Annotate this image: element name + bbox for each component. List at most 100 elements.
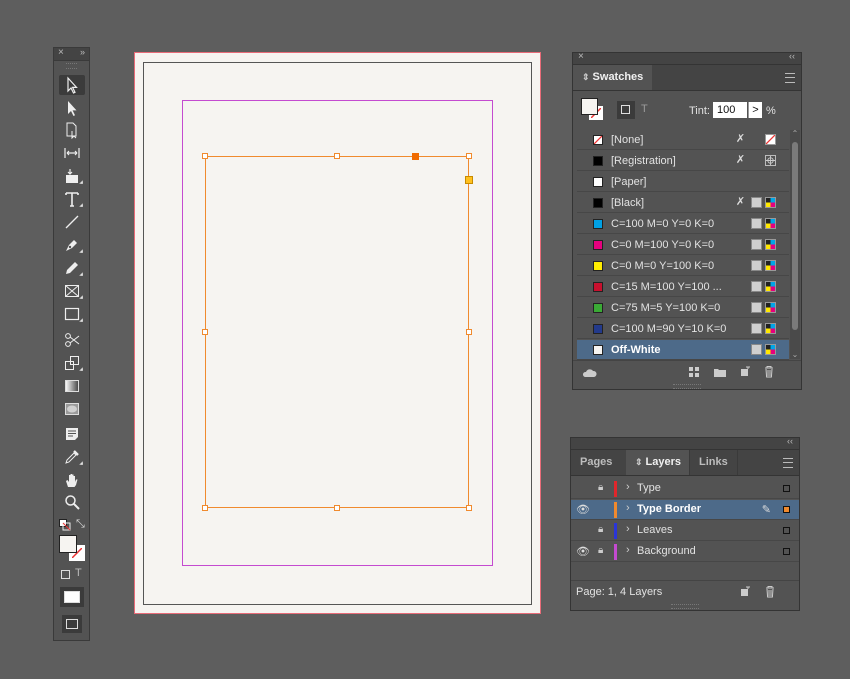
swatch-row-green[interactable]: C=75 M=5 Y=100 K=0	[577, 298, 789, 318]
layer-target-icon[interactable]	[783, 485, 790, 492]
frame-handle[interactable]	[334, 505, 340, 511]
gradient-swatch-tool-icon[interactable]	[59, 376, 85, 396]
fill-stroke-proxy[interactable]	[59, 535, 85, 561]
fill-swatch[interactable]	[59, 535, 77, 553]
panel-resize-grip[interactable]	[673, 384, 701, 389]
swatch-row-none[interactable]: [None] ✗	[577, 130, 789, 150]
content-collector-tool-icon[interactable]	[59, 166, 85, 186]
free-transform-tool-icon[interactable]	[59, 353, 85, 373]
gap-tool-icon[interactable]	[59, 143, 85, 163]
layer-row-type[interactable]: 🔒︎ › Type	[571, 479, 799, 499]
frame-handle[interactable]	[466, 505, 472, 511]
frame-handle[interactable]	[334, 153, 340, 159]
panel-menu-icon[interactable]	[785, 73, 795, 83]
swatches-panel-top[interactable]: × ‹‹	[573, 51, 801, 65]
hand-tool-icon[interactable]	[59, 470, 85, 490]
eyedropper-tool-icon[interactable]	[59, 447, 85, 467]
chevron-right-icon[interactable]: ›	[626, 544, 630, 556]
panel-resize-grip[interactable]	[671, 604, 699, 609]
swatch-fill-stroke-proxy[interactable]	[581, 98, 605, 122]
pencil-tool-icon[interactable]	[59, 258, 85, 278]
selected-text-frame[interactable]	[205, 156, 469, 508]
new-layer-icon[interactable]	[739, 586, 751, 598]
swatch-row-red[interactable]: C=15 M=100 Y=100 ...	[577, 277, 789, 297]
zoom-tool-icon[interactable]	[59, 492, 85, 512]
pen-tool-icon[interactable]	[59, 235, 85, 255]
frame-handle[interactable]	[202, 505, 208, 511]
frame-handle[interactable]	[466, 329, 472, 335]
show-swatch-views-icon[interactable]	[688, 366, 702, 378]
swatch-row-paper[interactable]: [Paper]	[577, 172, 789, 192]
selection-tool-icon[interactable]	[59, 75, 85, 95]
formatting-container-toggle[interactable]	[617, 101, 635, 119]
eye-icon[interactable]: 👁︎	[576, 503, 590, 516]
panel-grip[interactable]	[66, 63, 77, 69]
chevron-right-icon[interactable]: ›	[626, 481, 630, 493]
tab-links[interactable]: Links	[689, 450, 738, 475]
swatch-row-blue[interactable]: C=100 M=90 Y=10 K=0	[577, 319, 789, 339]
frame-handle[interactable]	[202, 329, 208, 335]
collapse-icon[interactable]: »	[80, 47, 85, 57]
layer-target-icon[interactable]	[783, 506, 790, 513]
tools-panel-header[interactable]: × »	[54, 47, 89, 61]
delete-layer-icon[interactable]	[764, 585, 776, 598]
content-grabber-handle[interactable]	[412, 153, 419, 160]
lock-icon[interactable]: 🔒︎	[598, 545, 603, 556]
swatch-row-cyan[interactable]: C=100 M=0 Y=0 K=0	[577, 214, 789, 234]
swatch-row-black[interactable]: [Black] ✗	[577, 193, 789, 213]
close-icon[interactable]: ×	[58, 47, 64, 58]
new-color-group-icon[interactable]	[713, 366, 727, 378]
scissors-tool-icon[interactable]	[59, 330, 85, 350]
default-fill-stroke-icon[interactable]	[59, 519, 71, 531]
formatting-text-toggle[interactable]: T	[641, 103, 648, 115]
layers-panel-top[interactable]: ‹‹	[571, 436, 799, 450]
collapse-icon[interactable]: ‹‹	[789, 51, 795, 61]
layer-row-leaves[interactable]: 🔒︎ › Leaves	[571, 521, 799, 541]
direct-selection-tool-icon[interactable]	[59, 98, 85, 118]
tint-input[interactable]: 100	[713, 102, 747, 118]
swap-fill-stroke-icon[interactable]: ⤡	[76, 518, 88, 530]
layer-row-background[interactable]: 👁︎ 🔒︎ › Background	[571, 542, 799, 562]
tab-layers[interactable]: ⇕ Layers	[626, 450, 691, 475]
close-icon[interactable]: ×	[578, 51, 584, 62]
eye-icon[interactable]: 👁︎	[576, 545, 590, 558]
tab-swatches[interactable]: ⇕ Swatches	[573, 65, 653, 90]
swatch-row-off-white[interactable]: Off-White	[577, 340, 789, 360]
new-swatch-icon[interactable]	[739, 366, 751, 378]
layer-target-icon[interactable]	[783, 527, 790, 534]
swatch-row-registration[interactable]: [Registration] ✗	[577, 151, 789, 171]
type-tool-icon[interactable]	[59, 189, 85, 209]
formatting-text-icon[interactable]: T	[75, 567, 82, 579]
gradient-feather-tool-icon[interactable]	[59, 399, 85, 419]
scroll-thumb[interactable]	[792, 142, 798, 330]
tint-arrow-button[interactable]: >	[748, 102, 762, 118]
collapse-icon[interactable]: ‹‹	[787, 436, 793, 446]
chevron-right-icon[interactable]: ›	[626, 523, 630, 535]
lock-icon[interactable]: 🔒︎	[598, 524, 603, 535]
layer-target-icon[interactable]	[783, 548, 790, 555]
swatch-row-magenta[interactable]: C=0 M=100 Y=0 K=0	[577, 235, 789, 255]
formatting-container-icon[interactable]	[61, 570, 70, 579]
lock-icon[interactable]: 🔒︎	[598, 482, 603, 493]
page-tool-icon[interactable]	[59, 120, 85, 140]
rectangle-tool-icon[interactable]	[59, 304, 85, 324]
layer-row-type-border[interactable]: 👁︎ › Type Border ✎	[571, 500, 799, 520]
cc-libraries-icon[interactable]	[581, 367, 597, 378]
scroll-up-icon[interactable]: ⌃	[790, 130, 800, 138]
chevron-right-icon[interactable]: ›	[626, 502, 630, 514]
delete-swatch-icon[interactable]	[763, 365, 775, 378]
swatch-row-yellow[interactable]: C=0 M=0 Y=100 K=0	[577, 256, 789, 276]
line-tool-icon[interactable]	[59, 212, 85, 232]
frame-handle[interactable]	[466, 153, 472, 159]
tab-pages[interactable]: Pages	[571, 450, 621, 475]
panel-menu-icon[interactable]	[783, 458, 793, 468]
swatch-scrollbar[interactable]: ⌃ ⌄	[790, 130, 800, 359]
scroll-down-icon[interactable]: ⌄	[790, 351, 800, 359]
frame-handle[interactable]	[202, 153, 208, 159]
apply-color-icon[interactable]	[60, 587, 84, 607]
swatch-name: C=100 M=0 Y=0 K=0	[611, 217, 715, 230]
note-tool-icon[interactable]	[59, 424, 85, 444]
screen-mode-icon[interactable]	[62, 615, 82, 633]
rectangle-frame-tool-icon[interactable]	[59, 281, 85, 301]
live-corner-handle[interactable]	[465, 176, 473, 184]
